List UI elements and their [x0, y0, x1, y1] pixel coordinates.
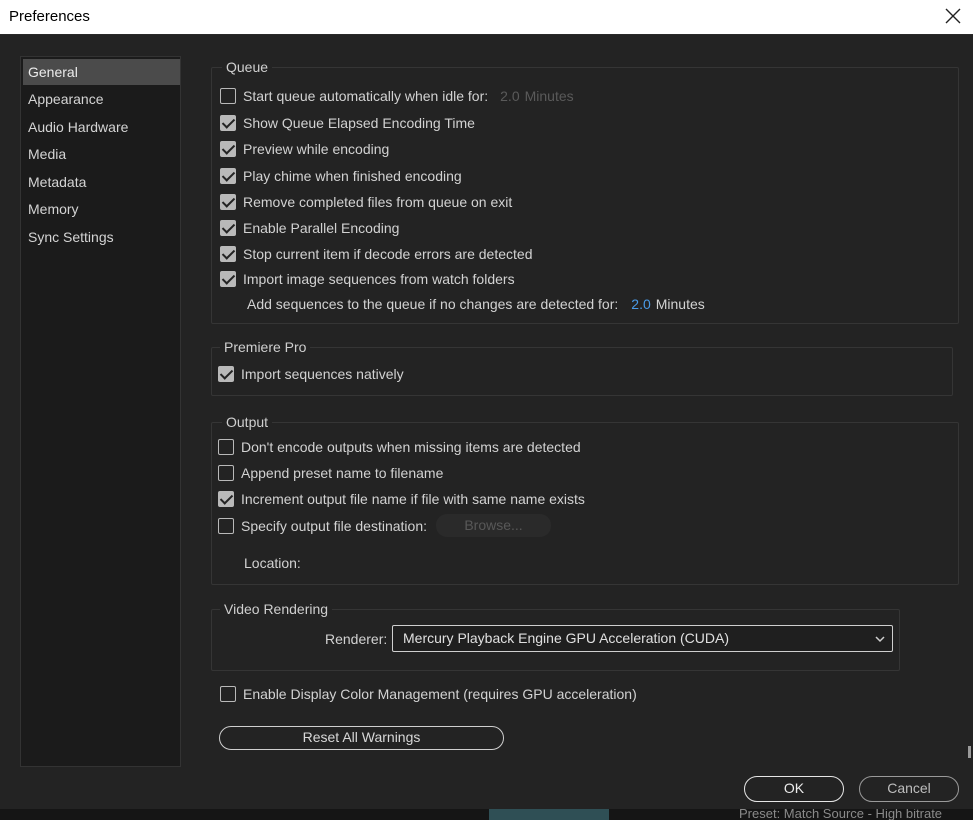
- specify-destination-row: Specify output file destination:: [218, 516, 427, 536]
- add-sequences-minutes-value[interactable]: 2.0: [631, 296, 650, 312]
- parallel-encoding-checkbox[interactable]: [220, 220, 236, 236]
- remove-completed-label: Remove completed files from queue on exi…: [243, 194, 513, 210]
- increment-file-name-row: Increment output file name if file with …: [218, 489, 585, 509]
- resize-grip[interactable]: [968, 746, 971, 758]
- remove-completed-row: Remove completed files from queue on exi…: [220, 192, 512, 212]
- sidebar-item-appearance[interactable]: Appearance: [23, 86, 180, 112]
- dont-encode-missing-checkbox[interactable]: [218, 439, 234, 455]
- background-preset-text: Preset: Match Source - High bitrate: [739, 809, 943, 820]
- stop-decode-errors-checkbox[interactable]: [220, 246, 236, 262]
- append-preset-name-checkbox[interactable]: [218, 465, 234, 481]
- renderer-dropdown[interactable]: Mercury Playback Engine GPU Acceleration…: [392, 625, 893, 652]
- parallel-encoding-label: Enable Parallel Encoding: [243, 220, 400, 236]
- dont-encode-missing-row: Don't encode outputs when missing items …: [218, 437, 581, 457]
- import-natively-row: Import sequences natively: [218, 364, 404, 384]
- import-image-sequences-row: Import image sequences from watch folder…: [220, 269, 515, 289]
- increment-file-name-label: Increment output file name if file with …: [241, 491, 585, 507]
- sidebar-item-audio-hardware[interactable]: Audio Hardware: [23, 114, 180, 140]
- import-image-sequences-checkbox[interactable]: [220, 271, 236, 287]
- cancel-button[interactable]: Cancel: [859, 776, 959, 802]
- show-elapsed-time-label: Show Queue Elapsed Encoding Time: [243, 115, 475, 131]
- video-rendering-title: Video Rendering: [220, 600, 333, 618]
- background-thumbnail: [489, 809, 609, 820]
- renderer-label-row: Renderer:: [325, 629, 387, 649]
- title-bar: Preferences: [0, 0, 973, 35]
- append-preset-name-row: Append preset name to filename: [218, 463, 443, 483]
- play-chime-label: Play chime when finished encoding: [243, 168, 462, 184]
- start-queue-auto-checkbox[interactable]: [220, 88, 236, 104]
- stop-decode-errors-row: Stop current item if decode errors are d…: [220, 244, 532, 264]
- sidebar-item-metadata[interactable]: Metadata: [23, 169, 180, 195]
- remove-completed-checkbox[interactable]: [220, 194, 236, 210]
- color-management-label: Enable Display Color Management (require…: [243, 686, 637, 702]
- browse-button[interactable]: Browse...: [436, 514, 551, 537]
- color-management-checkbox[interactable]: [220, 686, 236, 702]
- preview-encoding-row: Preview while encoding: [220, 139, 389, 159]
- specify-destination-checkbox[interactable]: [218, 518, 234, 534]
- start-queue-auto-row: Start queue automatically when idle for:…: [220, 86, 574, 106]
- parallel-encoding-row: Enable Parallel Encoding: [220, 218, 399, 238]
- sidebar-item-memory[interactable]: Memory: [23, 196, 180, 222]
- output-title: Output: [222, 413, 273, 431]
- premiere-pro-title: Premiere Pro: [220, 338, 311, 356]
- play-chime-checkbox[interactable]: [220, 168, 236, 184]
- start-queue-auto-label: Start queue automatically when idle for:: [243, 88, 489, 104]
- show-elapsed-time-checkbox[interactable]: [220, 115, 236, 131]
- sidebar: General Appearance Audio Hardware Media …: [20, 56, 181, 767]
- add-sequences-label: Add sequences to the queue if no changes…: [247, 296, 619, 312]
- sidebar-item-general[interactable]: General: [23, 59, 180, 85]
- reset-all-warnings-button[interactable]: Reset All Warnings: [219, 726, 504, 750]
- renderer-label: Renderer:: [325, 631, 388, 647]
- color-management-row: Enable Display Color Management (require…: [220, 684, 637, 704]
- play-chime-row: Play chime when finished encoding: [220, 166, 462, 186]
- append-preset-name-label: Append preset name to filename: [241, 465, 444, 481]
- import-natively-label: Import sequences natively: [241, 366, 404, 382]
- idle-minutes-value[interactable]: 2.0: [500, 88, 519, 104]
- specify-destination-label: Specify output file destination:: [241, 518, 428, 534]
- add-sequences-minutes-unit: Minutes: [655, 296, 705, 312]
- add-sequences-row: Add sequences to the queue if no changes…: [247, 294, 705, 314]
- stop-decode-errors-label: Stop current item if decode errors are d…: [243, 246, 533, 262]
- preview-encoding-label: Preview while encoding: [243, 141, 390, 157]
- ok-button[interactable]: OK: [744, 776, 844, 802]
- queue-title: Queue: [222, 58, 273, 76]
- dont-encode-missing-label: Don't encode outputs when missing items …: [241, 439, 581, 455]
- location-label: Location:: [244, 555, 301, 571]
- idle-minutes-unit: Minutes: [524, 88, 574, 104]
- increment-file-name-checkbox[interactable]: [218, 491, 234, 507]
- show-elapsed-time-row: Show Queue Elapsed Encoding Time: [220, 113, 475, 133]
- import-natively-checkbox[interactable]: [218, 366, 234, 382]
- preview-encoding-checkbox[interactable]: [220, 141, 236, 157]
- sidebar-item-sync-settings[interactable]: Sync Settings: [23, 224, 180, 250]
- background-app-strip: Preset: Match Source - High bitrate: [0, 809, 973, 820]
- close-icon[interactable]: [941, 4, 965, 28]
- import-image-sequences-label: Import image sequences from watch folder…: [243, 271, 515, 287]
- sidebar-item-media[interactable]: Media: [23, 141, 180, 167]
- renderer-selected-value: Mercury Playback Engine GPU Acceleration…: [403, 630, 730, 646]
- window-title: Preferences: [9, 8, 90, 25]
- chevron-down-icon: [875, 636, 885, 643]
- location-row: Location:: [244, 553, 301, 573]
